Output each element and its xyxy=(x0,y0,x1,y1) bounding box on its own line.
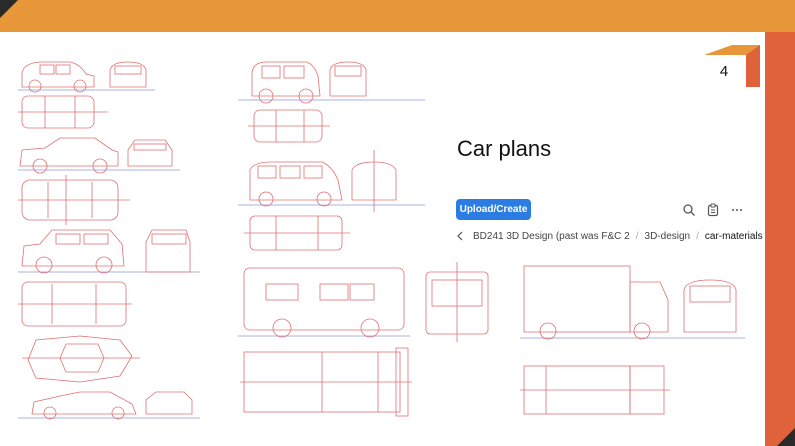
right-accent-band xyxy=(765,0,795,446)
truck-side-view xyxy=(520,265,745,340)
wagon-top-view xyxy=(244,215,350,251)
small-car-top-view xyxy=(18,95,108,129)
truck-top-view xyxy=(520,365,670,415)
slide-title: Car plans xyxy=(457,136,552,161)
top-corner-decoration xyxy=(0,0,18,18)
kei-car-top-view xyxy=(248,109,330,143)
kei-car-side-view xyxy=(238,61,425,104)
sedan-top-view xyxy=(18,175,130,225)
right-band-cap xyxy=(765,0,795,32)
more-icon[interactable] xyxy=(730,203,744,217)
clipboard-icon[interactable] xyxy=(706,203,720,217)
top-accent-band xyxy=(0,0,795,32)
bottom-corner-decoration xyxy=(777,428,795,446)
car-plan-drawings xyxy=(0,0,795,446)
hatchback-top-view xyxy=(18,281,132,327)
sports-car-side-view xyxy=(18,391,200,420)
hatchback-side-view xyxy=(18,229,200,274)
bus-top-view xyxy=(240,347,412,417)
small-car-side-view xyxy=(18,61,155,93)
breadcrumb: BD241 3D Design (past was F&C 2 / 3D-des… xyxy=(455,229,763,243)
search-icon[interactable] xyxy=(682,203,696,217)
sports-car-top-view xyxy=(22,335,140,383)
chevron-left-icon[interactable] xyxy=(455,230,465,242)
wagon-side-view xyxy=(238,150,425,212)
breadcrumb-separator: / xyxy=(696,230,699,242)
upload-create-button[interactable]: Upload/Create xyxy=(456,199,531,220)
breadcrumb-separator: / xyxy=(635,230,639,242)
page-number: 4 xyxy=(719,63,729,80)
breadcrumb-item-course[interactable]: BD241 3D Design (past was F&C 2 xyxy=(473,231,630,242)
bus-side-view xyxy=(238,262,489,342)
breadcrumb-item-car-materials[interactable]: car-materials xyxy=(705,231,763,242)
sedan-side-view xyxy=(18,137,180,174)
breadcrumb-item-3d-design[interactable]: 3D-design xyxy=(645,231,691,242)
